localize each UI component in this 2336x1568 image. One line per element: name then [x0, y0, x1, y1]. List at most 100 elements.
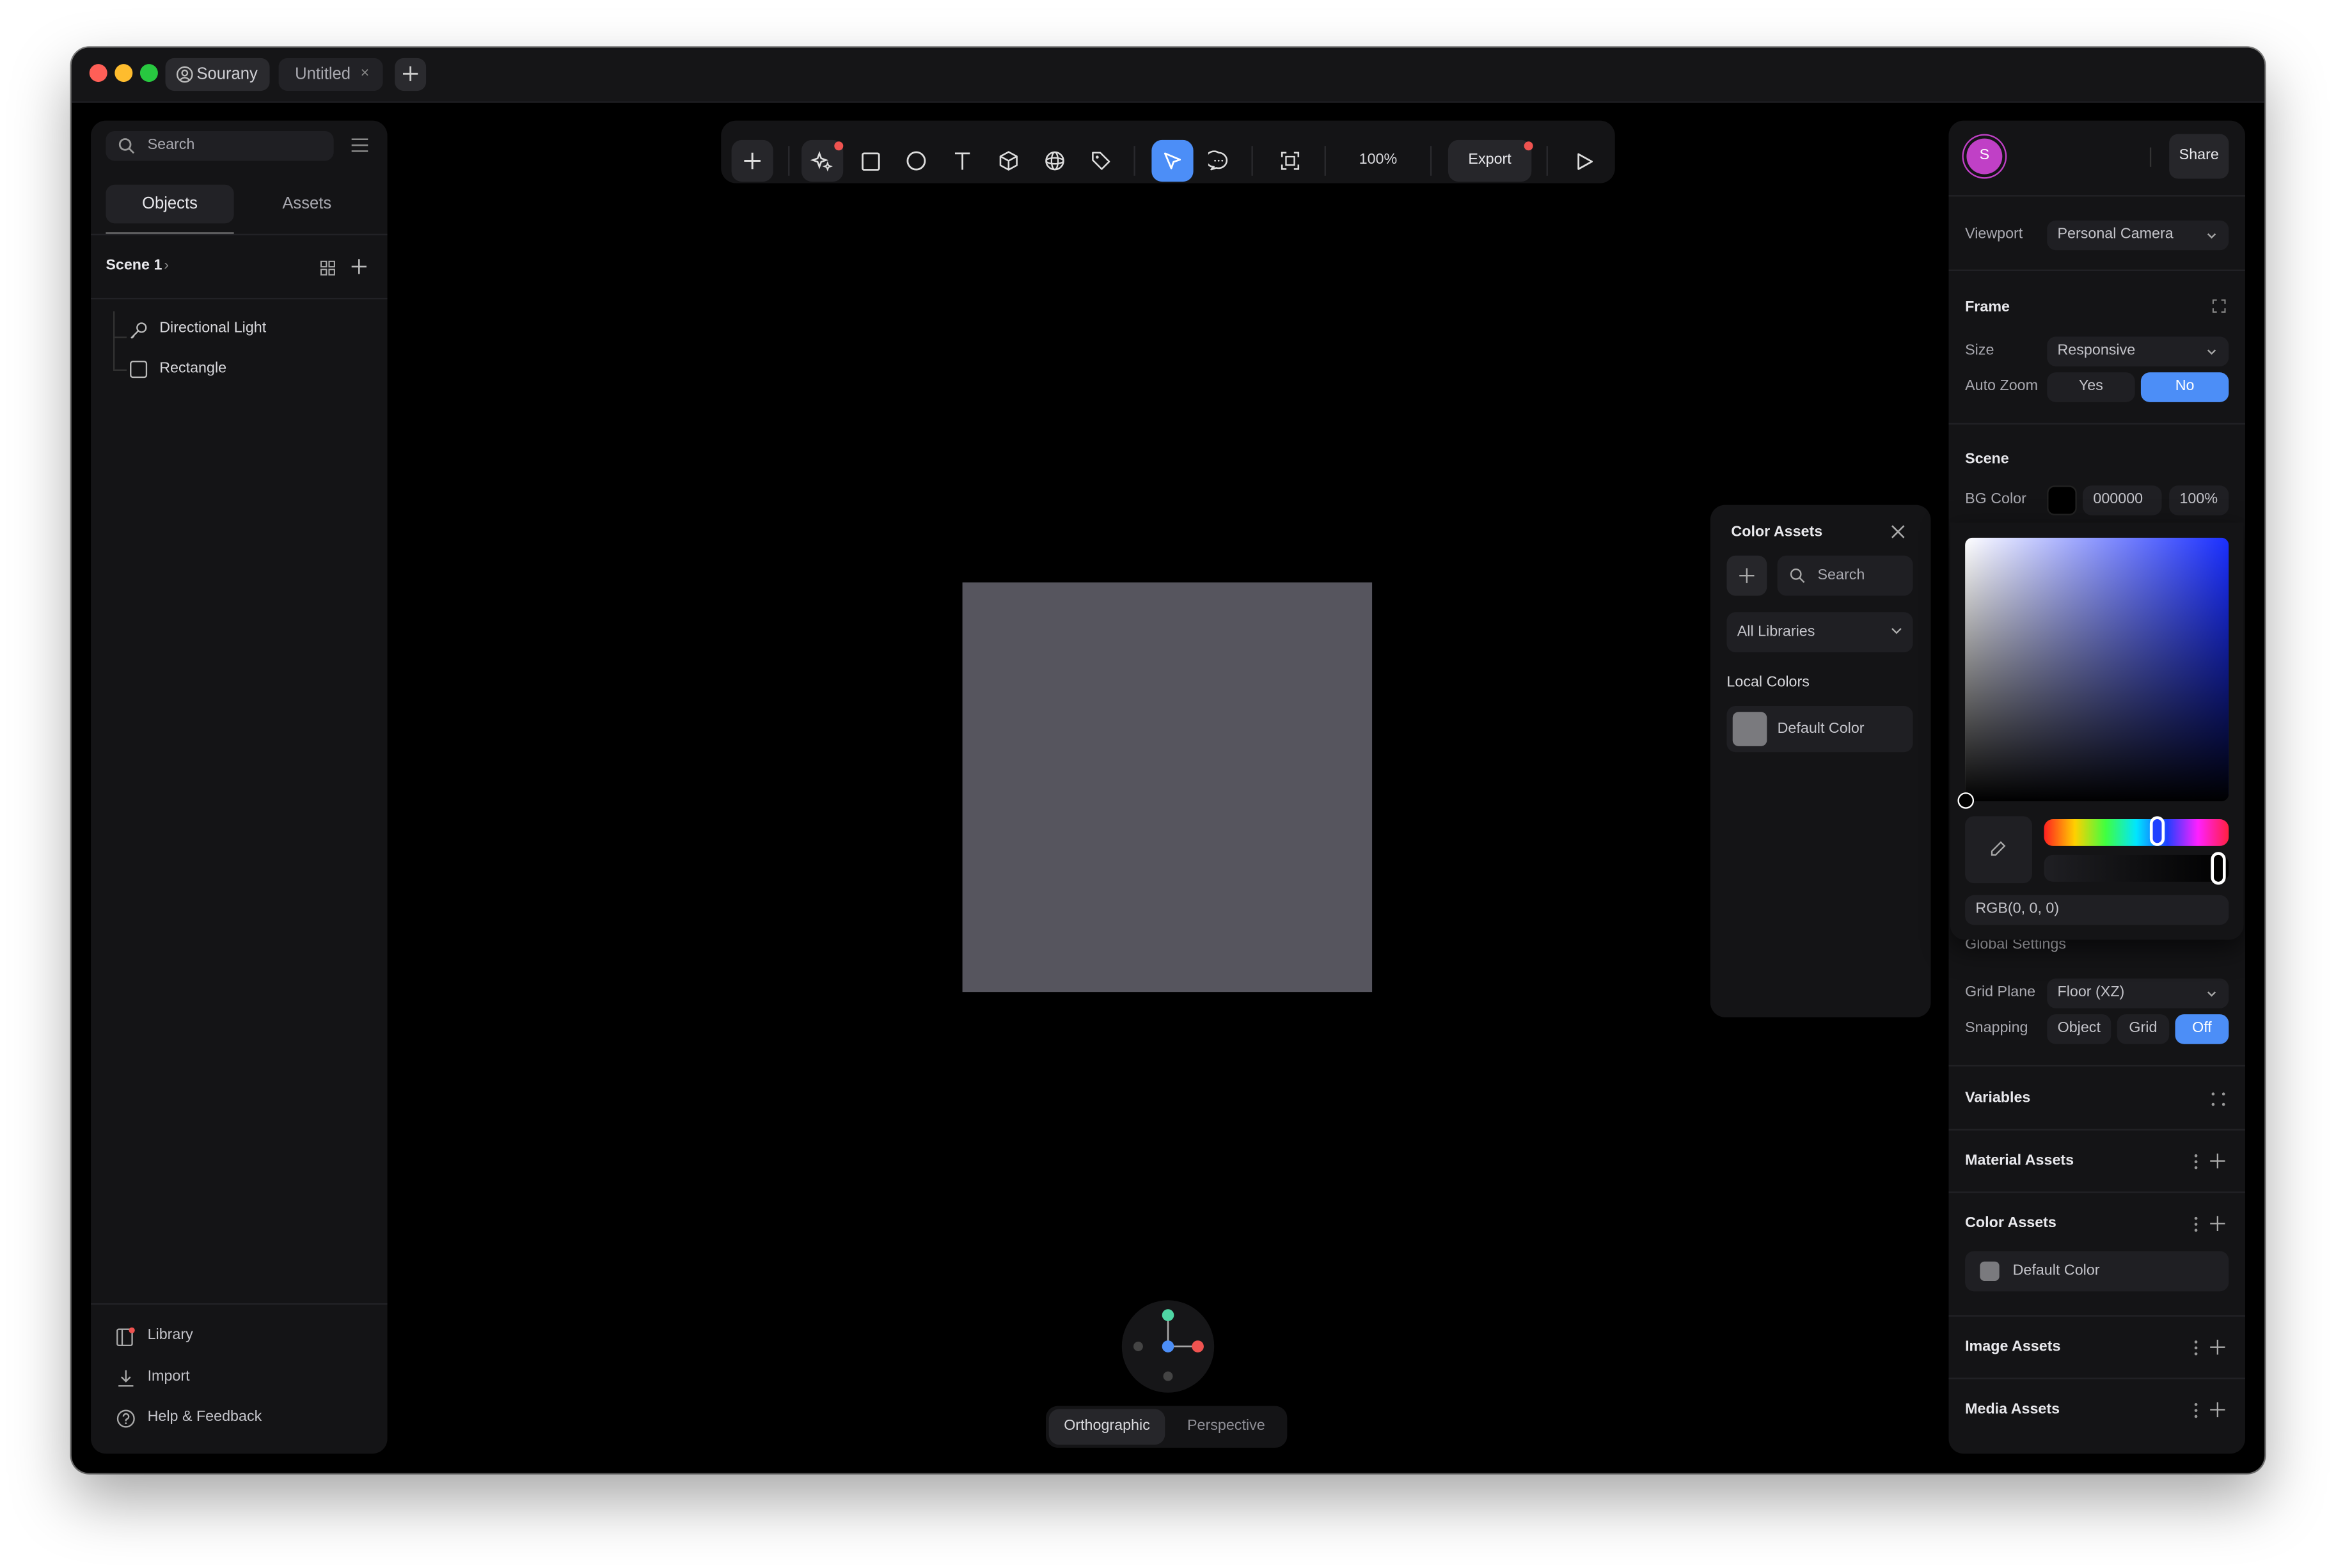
tab-objects[interactable]: Objects — [106, 184, 234, 224]
color-picker-handle[interactable] — [1957, 792, 1975, 809]
rectangle-tool[interactable] — [849, 140, 891, 182]
auto-zoom-yes[interactable]: Yes — [2047, 372, 2135, 402]
layers-search-input[interactable]: Search — [106, 130, 334, 161]
orthographic-button[interactable]: Orthographic — [1048, 1409, 1165, 1445]
tab-assets[interactable]: Assets — [243, 185, 371, 224]
bg-color-hex-input[interactable]: 000000 — [2083, 485, 2162, 515]
divider — [1948, 1191, 2245, 1193]
size-dropdown[interactable]: Responsive — [2047, 336, 2229, 366]
snapping-object[interactable]: Object — [2047, 1014, 2111, 1044]
eyedropper-button[interactable] — [1965, 816, 2032, 884]
eyedropper-icon — [1989, 840, 2007, 858]
chevron-down-icon — [2206, 991, 2216, 998]
layer-label: Directional Light — [159, 320, 267, 337]
menu-icon[interactable] — [350, 137, 369, 153]
canvas-rectangle[interactable] — [962, 582, 1373, 992]
search-icon — [1789, 567, 1806, 584]
saturation-brightness-area[interactable] — [1965, 537, 2229, 802]
bg-color-opacity-input[interactable]: 100% — [2169, 485, 2229, 515]
hue-slider-handle[interactable] — [2149, 816, 2165, 846]
more-vertical-icon[interactable] — [2193, 1339, 2198, 1357]
comment-tool[interactable] — [1198, 140, 1240, 182]
color-asset-item[interactable]: Default Color — [1726, 705, 1913, 753]
text-tool[interactable] — [942, 140, 983, 182]
layer-item-directional-light[interactable]: Directional Light — [128, 317, 381, 344]
toolbar-divider — [1324, 146, 1326, 176]
maximize-window-button[interactable] — [139, 64, 158, 82]
tag-tool[interactable] — [1080, 140, 1122, 182]
add-button[interactable] — [731, 139, 773, 182]
bg-color-swatch[interactable] — [2047, 485, 2077, 515]
file-tab[interactable]: Untitled × — [278, 58, 383, 91]
export-label: Export — [1468, 152, 1511, 169]
new-tab-button[interactable] — [395, 58, 427, 91]
add-color-button[interactable] — [1726, 555, 1767, 596]
grid-view-icon[interactable] — [320, 260, 335, 276]
zoom-level[interactable]: 100% — [1344, 140, 1412, 182]
divider — [1948, 1129, 2245, 1131]
snapping-grid[interactable]: Grid — [2117, 1014, 2170, 1044]
export-button[interactable]: Export — [1448, 139, 1533, 182]
user-tab[interactable]: Sourany — [165, 58, 270, 91]
share-button[interactable]: Share — [2169, 134, 2229, 179]
color-search-input[interactable]: Search — [1777, 555, 1913, 596]
user-tab-label: Sourany — [196, 65, 258, 84]
color-value-input[interactable]: RGB(0, 0, 0) — [1965, 895, 2229, 925]
import-link[interactable]: Import — [116, 1366, 370, 1393]
ai-sparkle-button[interactable] — [801, 139, 844, 182]
layer-label: Rectangle — [159, 360, 227, 377]
color-asset-name: Default Color — [2012, 1263, 2100, 1280]
library-link[interactable]: Library — [116, 1324, 370, 1351]
color-swatch — [1732, 712, 1767, 746]
auto-zoom-label: Auto Zoom — [1965, 378, 2039, 395]
more-vertical-icon[interactable] — [2193, 1153, 2198, 1171]
cube-tool[interactable] — [988, 140, 1029, 182]
hue-slider[interactable] — [2044, 819, 2229, 846]
opacity-slider[interactable] — [2044, 854, 2229, 882]
frame-tool[interactable] — [1269, 140, 1311, 182]
perspective-button[interactable]: Perspective — [1168, 1409, 1284, 1445]
size-value: Responsive — [2057, 342, 2136, 359]
plus-icon[interactable] — [2209, 1216, 2226, 1232]
minimize-window-button[interactable] — [114, 64, 133, 82]
more-vertical-icon[interactable] — [2193, 1216, 2198, 1234]
more-vertical-icon[interactable] — [2193, 1402, 2198, 1420]
variables-title: Variables — [1965, 1090, 2031, 1107]
library-label: Library — [147, 1327, 193, 1344]
avatar[interactable]: S — [1966, 138, 2003, 175]
sphere-tool[interactable] — [1034, 140, 1075, 182]
color-swatch — [1980, 1261, 2000, 1282]
divider — [91, 233, 388, 235]
plus-icon[interactable] — [2209, 1402, 2226, 1418]
play-button[interactable] — [1563, 140, 1604, 182]
close-window-button[interactable] — [89, 64, 107, 82]
layer-item-rectangle[interactable]: Rectangle — [128, 357, 381, 384]
close-icon[interactable] — [1891, 524, 1906, 539]
orientation-gizmo[interactable] — [1121, 1300, 1215, 1393]
grid-plane-value: Floor (XZ) — [2057, 984, 2125, 1001]
add-scene-icon[interactable] — [350, 258, 368, 276]
chevron-right-icon[interactable]: › — [164, 258, 169, 274]
plus-icon[interactable] — [2209, 1339, 2226, 1356]
expand-icon[interactable] — [2212, 299, 2226, 313]
tree-line — [113, 336, 127, 338]
auto-zoom-no[interactable]: No — [2140, 372, 2229, 402]
color-asset-row[interactable]: Default Color — [1965, 1251, 2229, 1292]
ellipse-tool[interactable] — [896, 140, 937, 182]
toolbar-divider — [1430, 146, 1432, 176]
opacity-slider-handle[interactable] — [2211, 852, 2226, 885]
plus-icon[interactable] — [2209, 1153, 2226, 1170]
scene-name[interactable]: Scene 1 — [106, 258, 162, 274]
close-tab-icon[interactable]: × — [361, 58, 370, 91]
import-label: Import — [147, 1368, 190, 1386]
divider — [1948, 269, 2245, 271]
notification-dot — [1524, 141, 1533, 151]
variables-icon[interactable] — [2211, 1092, 2225, 1106]
library-filter-dropdown[interactable]: All Libraries — [1726, 612, 1913, 653]
import-icon — [116, 1368, 136, 1388]
help-feedback-link[interactable]: Help & Feedback — [116, 1406, 370, 1433]
snapping-off[interactable]: Off — [2175, 1014, 2229, 1044]
grid-plane-dropdown[interactable]: Floor (XZ) — [2047, 978, 2229, 1008]
select-tool[interactable] — [1151, 139, 1194, 182]
viewport-dropdown[interactable]: Personal Camera — [2047, 220, 2229, 251]
